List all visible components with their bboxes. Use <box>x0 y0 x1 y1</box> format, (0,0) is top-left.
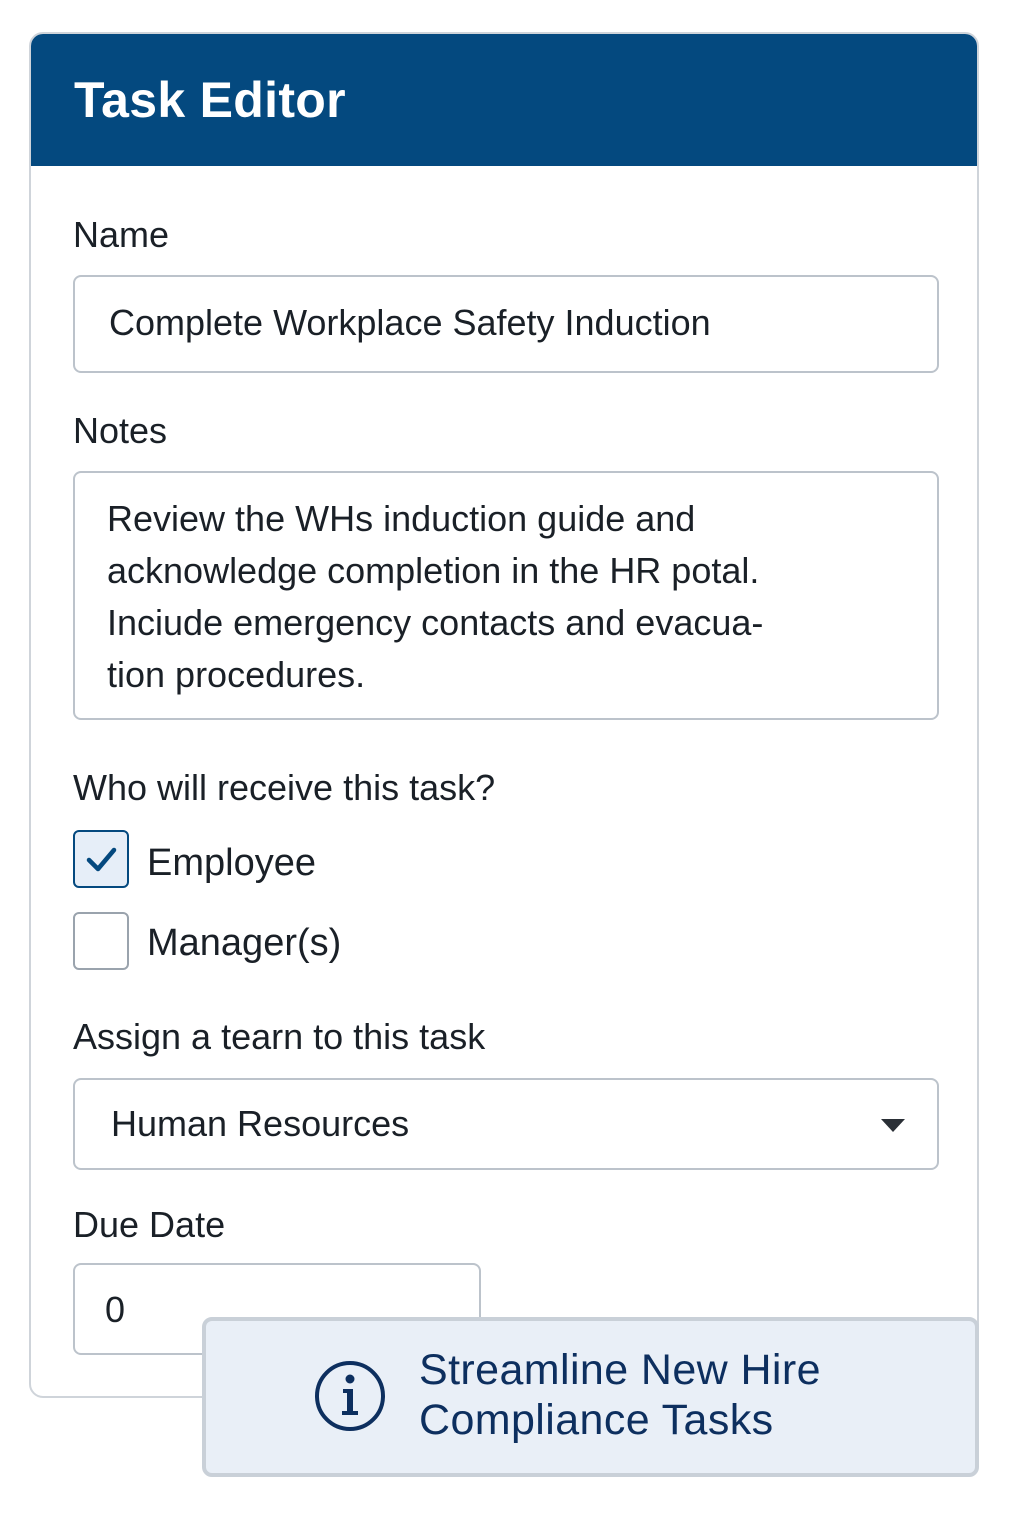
name-input-value: Complete Workplace Safety Induction <box>109 302 711 343</box>
team-select[interactable]: Human Resources <box>73 1078 939 1170</box>
notes-textarea-value: Review the WHs induction guide and ackno… <box>107 498 764 695</box>
panel-title: Task Editor <box>74 72 346 128</box>
employee-checkbox-label: Employee <box>147 842 316 884</box>
page: Task Editor Name Complete Workplace Safe… <box>0 0 1024 1536</box>
info-icon <box>315 1361 385 1431</box>
panel-header: Task Editor <box>31 34 977 166</box>
team-label: Assign a tearn to this task <box>73 1016 486 1057</box>
notes-textarea[interactable]: Review the WHs induction guide and ackno… <box>73 471 939 720</box>
chevron-down-icon <box>881 1119 905 1132</box>
info-banner: Streamline New Hire Compliance Tasks <box>202 1317 979 1477</box>
employee-checkbox[interactable] <box>73 830 129 888</box>
due-date-label: Due Date <box>73 1204 226 1245</box>
task-editor-panel: Task Editor Name Complete Workplace Safe… <box>29 32 979 1398</box>
name-input[interactable]: Complete Workplace Safety Induction <box>73 275 939 373</box>
info-banner-line-1: Streamline New Hire <box>419 1346 821 1394</box>
managers-checkbox[interactable] <box>73 912 129 970</box>
checkmark-icon <box>86 847 117 872</box>
team-select-value: Human Resources <box>111 1103 410 1144</box>
info-banner-line-2: Compliance Tasks <box>419 1396 774 1444</box>
notes-label: Notes <box>73 410 168 451</box>
recipients-label: Who will receive this task? <box>73 767 496 808</box>
due-date-input-value: 0 <box>105 1289 126 1330</box>
managers-checkbox-label: Manager(s) <box>147 922 342 964</box>
name-label: Name <box>73 214 170 255</box>
info-banner-text: Streamline New Hire Compliance Tasks <box>419 1345 821 1445</box>
